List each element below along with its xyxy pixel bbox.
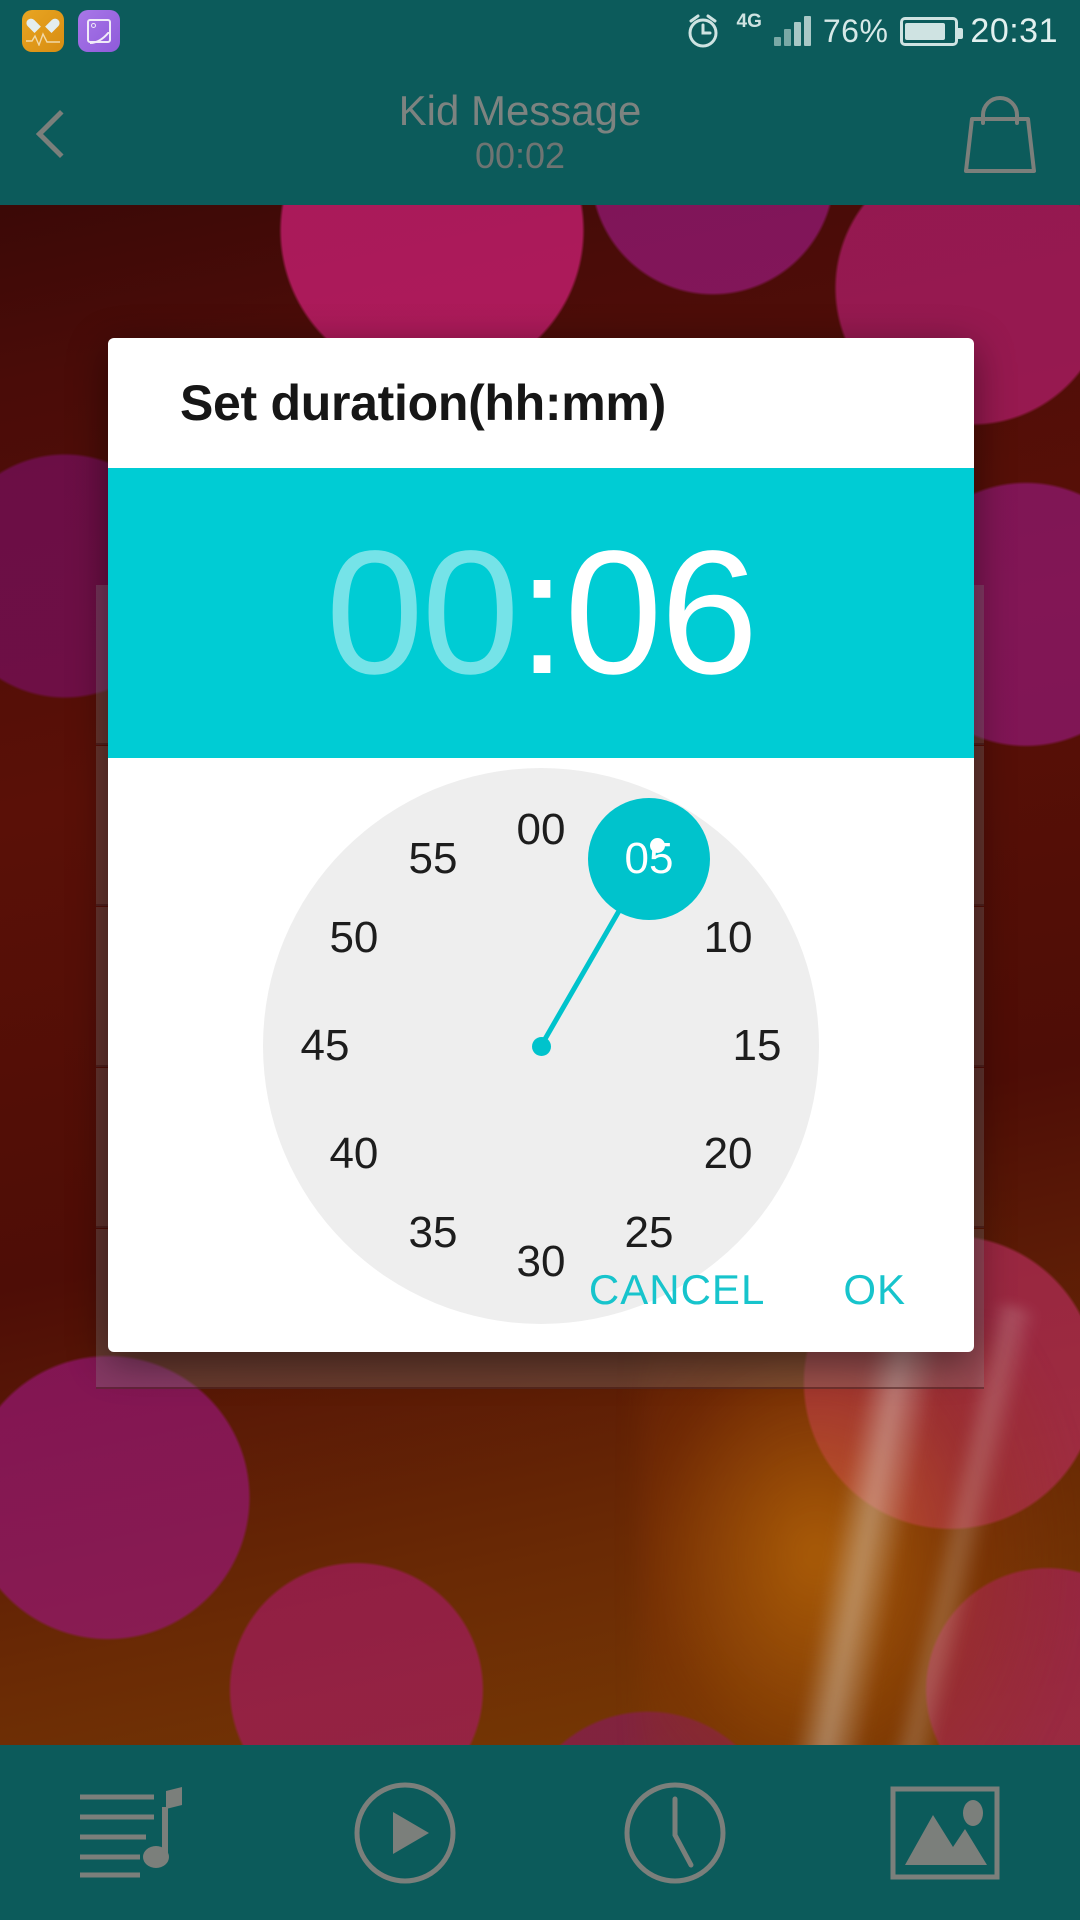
- minutes-field[interactable]: 06: [564, 515, 758, 711]
- app-bar-titles: Kid Message 00:02: [120, 86, 920, 179]
- app-bar: Kid Message 00:02: [0, 62, 1080, 205]
- photo-gallery-icon: [78, 10, 120, 52]
- back-button[interactable]: [0, 62, 120, 205]
- clock-picker[interactable]: 00 05 10 15 20 25 30 35 40 45 50 55: [108, 758, 974, 1324]
- pulse-line-icon: [26, 32, 60, 46]
- nav-item-play[interactable]: [305, 1745, 505, 1920]
- set-duration-dialog: Set duration(hh:mm) 00:06 00 05 10 15 20 25 30…: [108, 338, 974, 1352]
- hours-field[interactable]: 00: [326, 515, 520, 711]
- notification-icons: [22, 10, 120, 52]
- clock-tick-10[interactable]: 10: [680, 908, 776, 968]
- clock-tick-20[interactable]: 20: [680, 1124, 776, 1184]
- clock-tick-55[interactable]: 55: [385, 829, 481, 889]
- nav-item-playlist[interactable]: [35, 1745, 235, 1920]
- bag-button[interactable]: [920, 62, 1080, 205]
- play-circle-icon: [354, 1782, 456, 1883]
- time-display: 00:06: [326, 525, 758, 701]
- alarm-clock-icon: [688, 14, 717, 48]
- clock-tick-50[interactable]: 50: [306, 908, 402, 968]
- clock-hand-tip-dot: [649, 837, 665, 853]
- status-bar: 4G 76% 20:31: [0, 0, 1080, 62]
- clock-tick-05[interactable]: 05: [601, 829, 697, 889]
- clock-tick-45[interactable]: 45: [277, 1016, 373, 1076]
- clock-tick-00[interactable]: 00: [493, 800, 589, 860]
- time-separator: :: [517, 515, 567, 711]
- nav-item-clock[interactable]: [575, 1745, 775, 1920]
- battery-icon: [900, 16, 964, 46]
- status-bar-clock: 20:31: [970, 11, 1058, 50]
- dialog-title: Set duration(hh:mm): [180, 375, 666, 431]
- phone-screen: 4G 76% 20:31 Kid Message 00:02 Set durat…: [0, 0, 1080, 1920]
- image-gallery-icon: [890, 1786, 1000, 1879]
- battery-percent-label: 76%: [822, 12, 889, 49]
- back-chevron-icon: [35, 109, 85, 158]
- clock-tick-15[interactable]: 15: [709, 1016, 805, 1076]
- status-bar-right: 4G 76% 20:31: [683, 11, 1059, 51]
- bottom-navigation: [0, 1745, 1080, 1920]
- dialog-actions: CANCEL OK: [108, 1228, 974, 1352]
- playlist-music-icon: [80, 1786, 182, 1877]
- health-heart-icon: [22, 10, 64, 52]
- network-type-label: 4G: [736, 11, 762, 32]
- ok-button[interactable]: OK: [837, 1256, 912, 1324]
- photo-curve-icon: [90, 32, 110, 44]
- signal-bars-icon: [773, 16, 811, 46]
- clock-tick-40[interactable]: 40: [306, 1124, 402, 1184]
- clock-icon: [624, 1782, 726, 1883]
- clock-center-hub: [531, 1036, 551, 1056]
- page-subtitle: 00:02: [474, 135, 566, 177]
- time-display-header: 00:06: [108, 468, 974, 758]
- page-title: Kid Message: [398, 86, 642, 134]
- handbag-icon: [964, 95, 1036, 173]
- cancel-button[interactable]: CANCEL: [583, 1256, 771, 1324]
- nav-item-gallery[interactable]: [845, 1745, 1045, 1920]
